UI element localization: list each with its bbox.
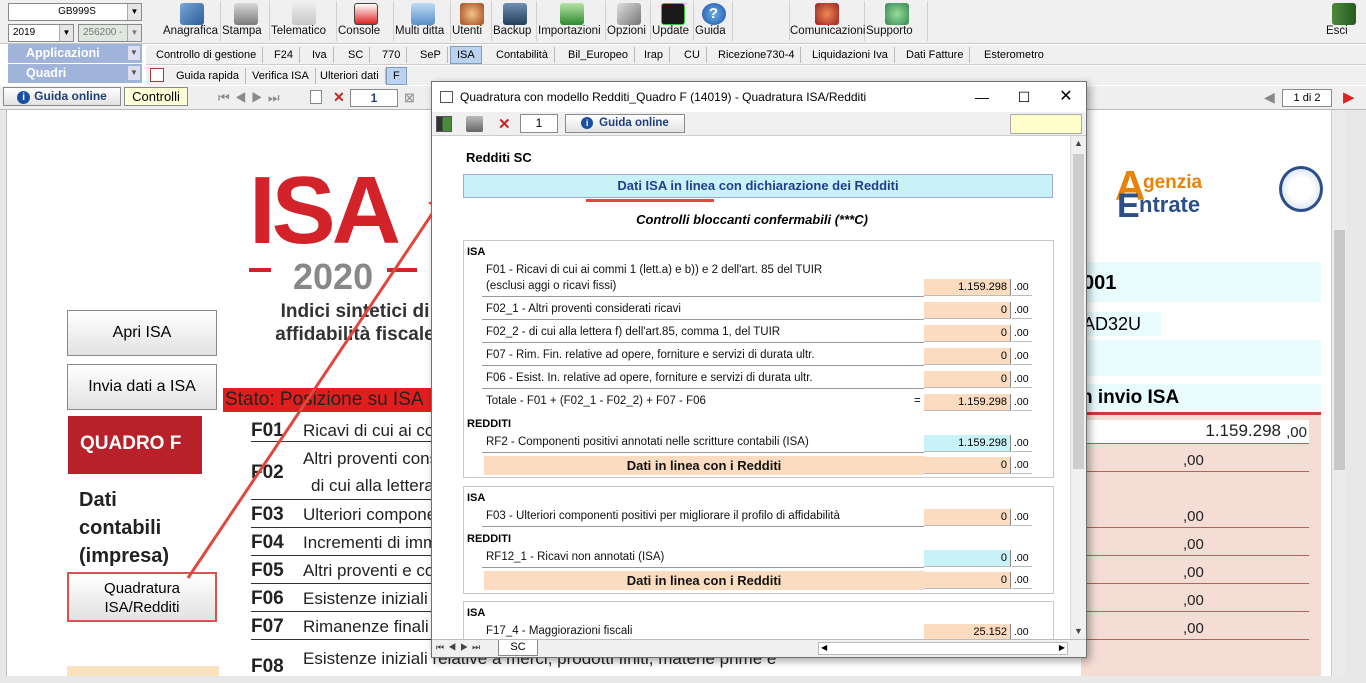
f02-2-underline [482, 342, 924, 343]
sheet-tabs-bar: ⏮◀▶⏭ SC ◀ ▶ [432, 639, 1086, 657]
banner-underline [586, 199, 714, 202]
f06-dec: .00 [1012, 371, 1032, 388]
f06-underline [482, 388, 924, 389]
f07-label: F07 - Rim. Fin. relative ad opere, forni… [486, 349, 815, 361]
totale-dec: .00 [1012, 394, 1032, 411]
f01-underline [482, 296, 924, 297]
f07-dec: .00 [1012, 348, 1032, 365]
close-icon[interactable]: ✕ [1052, 82, 1080, 112]
rf2-underline [482, 452, 924, 453]
rf2-dec: .00 [1012, 435, 1032, 452]
f02-1-underline [482, 319, 924, 320]
delete-icon[interactable]: ✕ [498, 115, 511, 133]
sheet-tab-sc[interactable]: SC [498, 640, 538, 656]
section-redditi-2: REDDITI [467, 533, 511, 545]
diff-dec-2: .00 [1012, 572, 1032, 589]
rf12-field[interactable]: 0 [924, 550, 1011, 567]
dialog-titlebar: Quadratura con modello Redditi_Quadro F … [432, 82, 1086, 112]
section-isa-2: ISA [467, 492, 486, 504]
f01-label-line2: (esclusi aggi o ricavi fissi) [486, 280, 617, 292]
f06-field[interactable]: 0 [924, 371, 1011, 388]
f02-2-dec: .00 [1012, 325, 1032, 342]
quadratura-dialog: Quadratura con modello Redditi_Quadro F … [431, 81, 1087, 658]
f02-2-field[interactable]: 0 [924, 325, 1011, 342]
f03-label: F03 - Ulteriori componenti positivi per … [486, 510, 840, 522]
print-icon[interactable] [466, 116, 483, 132]
diff-field-1: 0 [924, 457, 1011, 474]
redditi-sc-title: Redditi SC [466, 150, 532, 165]
in-linea-result-1: Dati in linea con i Redditi [484, 456, 924, 475]
section-isa-1: ISA [467, 246, 486, 258]
f02-1-dec: .00 [1012, 302, 1032, 319]
f03-underline [482, 526, 924, 527]
f03-dec: .00 [1012, 509, 1032, 526]
horizontal-scrollbar[interactable]: ◀ ▶ [818, 642, 1068, 655]
info-icon: i [581, 117, 594, 129]
scroll-left-icon[interactable]: ◀ [821, 643, 827, 652]
f02-1-label: F02_1 - Altri proventi considerati ricav… [486, 303, 681, 315]
f01-field[interactable]: 1.159.298 [924, 279, 1011, 296]
f01-dec: .00 [1012, 279, 1032, 296]
dialog-scrollbar-thumb[interactable] [1073, 154, 1084, 469]
f07-underline [482, 365, 924, 366]
dialog-page-field[interactable]: 1 [520, 114, 558, 133]
diff-dec-1: .00 [1012, 457, 1032, 474]
f03-field[interactable]: 0 [924, 509, 1011, 526]
in-linea-result-2: Dati in linea con i Redditi [484, 571, 924, 590]
f17-dec: .00 [1012, 624, 1032, 639]
dialog-body: Redditi SC Dati ISA in linea con dichiar… [432, 136, 1072, 639]
rf2-field[interactable]: 1.159.298 [924, 435, 1011, 452]
scroll-down-icon[interactable]: ▼ [1074, 626, 1083, 636]
totale-equals: = [914, 395, 921, 407]
in-linea-banner: Dati ISA in linea con dichiarazione dei … [463, 174, 1053, 198]
section-isa-3: ISA [467, 607, 486, 619]
scroll-right-icon[interactable]: ▶ [1059, 643, 1065, 652]
f06-label: F06 - Esist. In. relative ad opere, forn… [486, 372, 813, 384]
rf12-label: RF12_1 - Ricavi non annotati (ISA) [486, 551, 665, 563]
minimize-icon[interactable]: — [968, 82, 996, 112]
status-bar [0, 676, 1366, 683]
sheet-nav-icon[interactable]: ⏮◀▶⏭ [436, 642, 484, 653]
controlli-bloccanti: Controlli bloccanti confermabili (***C) [636, 212, 868, 227]
f02-2-label: F02_2 - di cui alla lettera f) dell'art.… [486, 326, 781, 338]
totale-field: 1.159.298 [924, 394, 1011, 411]
arrow-line [186, 201, 442, 579]
f01-label-line1: F01 - Ricavi di cui ai commi 1 (lett.a) … [486, 264, 823, 276]
totale-label: Totale - F01 + (F02_1 - F02_2) + F07 - F… [486, 395, 706, 407]
f17-label: F17_4 - Maggiorazioni fiscali [486, 625, 633, 637]
rf12-dec: .00 [1012, 550, 1032, 567]
f07-field[interactable]: 0 [924, 348, 1011, 365]
section-redditi-1: REDDITI [467, 418, 511, 430]
scroll-up-icon[interactable]: ▲ [1074, 138, 1083, 148]
dialog-title: Quadratura con modello Redditi_Quadro F … [460, 90, 867, 104]
maximize-icon[interactable]: ☐ [1010, 82, 1038, 112]
rf2-label: RF2 - Componenti positivi annotati nelle… [486, 436, 809, 448]
f02-1-field[interactable]: 0 [924, 302, 1011, 319]
exit-dialog-icon[interactable] [436, 116, 452, 132]
rf12-underline [482, 567, 924, 568]
f17-field[interactable]: 25.152 [924, 624, 1011, 639]
dialog-toolbar: ✕ 1 i Guida online [432, 112, 1086, 136]
dialog-status-field [1010, 114, 1082, 134]
diff-field-2: 0 [924, 572, 1011, 589]
dialog-guida-label: Guida online [599, 117, 669, 129]
dialog-guida-online-button[interactable]: i Guida online [565, 114, 685, 133]
window-icon [440, 91, 453, 103]
dialog-scrollbar[interactable]: ▲ ▼ [1070, 136, 1086, 639]
